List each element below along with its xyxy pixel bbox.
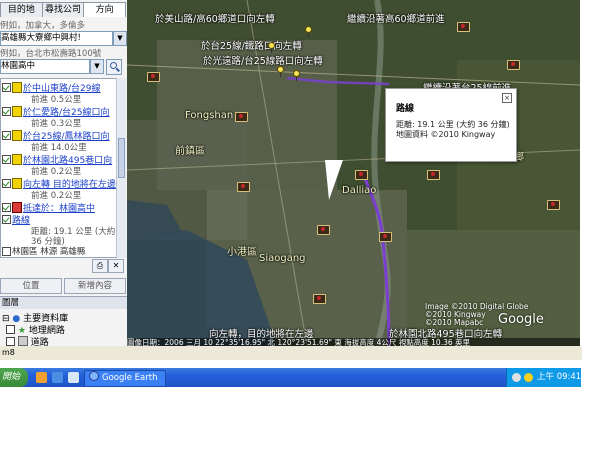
- to-hint: 例如，台北市松壽路100號: [0, 49, 102, 59]
- print-icon[interactable]: ⎙: [92, 259, 108, 273]
- app-status-bar: m8: [0, 346, 582, 360]
- checkbox[interactable]: [6, 325, 15, 334]
- search-icon[interactable]: [106, 59, 122, 75]
- photo-icon[interactable]: [547, 200, 560, 210]
- to-dropdown-icon[interactable]: ▼: [90, 59, 104, 74]
- media-icon[interactable]: [68, 372, 79, 383]
- photo-icon[interactable]: [457, 22, 470, 32]
- tab-fly-to[interactable]: 目的地: [0, 2, 43, 17]
- route-steps-list[interactable]: 於中山東路/台29線 前進 0.5公里 於仁愛路/台25線口向 前進 0.3公里…: [0, 78, 118, 258]
- clock[interactable]: 上午 09:41: [537, 368, 581, 387]
- start-button[interactable]: 開始: [0, 368, 28, 387]
- turn-icon: [12, 178, 22, 189]
- route-pin-icon[interactable]: [277, 66, 284, 77]
- checkbox[interactable]: [2, 131, 11, 140]
- road-icon: [17, 336, 28, 346]
- step-distance: 前進 14.0公里: [31, 143, 87, 153]
- photo-icon[interactable]: [147, 72, 160, 82]
- from-dropdown-icon[interactable]: ▼: [113, 31, 127, 46]
- photo-icon[interactable]: [235, 112, 248, 122]
- volume-icon[interactable]: [524, 373, 533, 382]
- route-pin-icon[interactable]: [268, 42, 275, 53]
- photo-icon[interactable]: [237, 182, 250, 192]
- balloon-title: 路線: [396, 104, 415, 114]
- photo-icon[interactable]: [313, 294, 326, 304]
- map-label: 繼續沿著高60鄉道前進: [347, 14, 445, 25]
- photo-icon[interactable]: [427, 170, 440, 180]
- route-info-balloon: 路線 距離: 19.1 公里 (大約 36 分鐘) 地圖資料 ©2010 Kin…: [385, 88, 517, 162]
- checkbox[interactable]: [2, 107, 11, 116]
- photo-icon[interactable]: [507, 60, 520, 70]
- step-distance: 前進 0.5公里: [31, 95, 82, 105]
- scrollbar-thumb[interactable]: [118, 138, 125, 178]
- tab-find-business[interactable]: 尋找公司: [41, 2, 85, 17]
- taskbar: 開始 Google Earth 上午 09:41: [0, 368, 581, 387]
- turn-icon: [12, 106, 22, 117]
- add-content-button[interactable]: 新增內容: [64, 278, 126, 294]
- to-input[interactable]: 林園高中: [0, 59, 90, 74]
- checkbox[interactable]: [2, 247, 11, 256]
- from-input[interactable]: 高雄縣大寮鄉中興村!: [0, 31, 113, 46]
- town-label: Dalliao: [342, 185, 377, 196]
- list-scrollbar[interactable]: [116, 78, 126, 258]
- left-panel: 目的地 尋找公司 方向 例如，加拿大，多倫多 高雄縣大寮鄉中興村! ▼ 例如，台…: [0, 0, 128, 360]
- system-tray: 上午 09:41: [506, 368, 581, 387]
- checkbox[interactable]: [2, 203, 11, 212]
- balloon-data-credit: 地圖資料 ©2010 Kingway: [396, 130, 496, 139]
- position-button[interactable]: 位置: [0, 278, 62, 294]
- route-pin-icon[interactable]: [293, 70, 300, 81]
- checkbox[interactable]: [2, 179, 11, 188]
- step-link[interactable]: 抵達於：林園高中: [23, 201, 95, 214]
- photo-icon[interactable]: [379, 232, 392, 242]
- panel-tabs: 目的地 尋找公司 方向: [0, 2, 127, 17]
- step-distance: 前進 0.3公里: [31, 119, 82, 129]
- checkbox[interactable]: [6, 337, 15, 346]
- balloon-tail: [325, 160, 343, 200]
- google-earth-icon: [89, 371, 99, 381]
- turn-icon: [12, 130, 22, 141]
- photo-icon[interactable]: [317, 225, 330, 235]
- truncated-row-text: 林園區 林源 高雄縣: [12, 247, 86, 257]
- turn-icon: [12, 82, 22, 93]
- destination-flag-icon: [12, 202, 22, 213]
- google-logo: Google: [498, 312, 544, 327]
- checkbox[interactable]: [2, 215, 11, 224]
- turn-icon: [12, 154, 22, 165]
- route-pin-icon[interactable]: [305, 26, 312, 37]
- map-imagery: [127, 0, 580, 346]
- browser-icon[interactable]: [36, 372, 47, 383]
- layers-header[interactable]: 圖層: [0, 296, 127, 309]
- town-label: Fongshan: [185, 110, 234, 121]
- route-link[interactable]: 路線: [12, 213, 30, 226]
- step-distance: 前進 0.2公里: [31, 191, 82, 201]
- map-label: 於美山路/高60鄉道口向左轉: [155, 14, 275, 25]
- town-label: 小港區: [227, 247, 257, 258]
- tab-directions[interactable]: 方向: [83, 2, 127, 17]
- map-label: 於光遠路/台25線路口向左轉: [203, 56, 323, 67]
- taskbar-google-earth[interactable]: Google Earth: [84, 370, 166, 387]
- checkbox[interactable]: [2, 83, 11, 92]
- town-label: Siaogang: [259, 253, 306, 264]
- window-edge: [580, 0, 600, 346]
- checkbox[interactable]: [2, 155, 11, 164]
- task-label: Google Earth: [102, 373, 158, 383]
- desktop-icon[interactable]: [52, 372, 63, 383]
- town-label: 前鎮區: [175, 146, 205, 157]
- close-icon[interactable]: ×: [502, 93, 512, 103]
- close-icon[interactable]: ✕: [108, 259, 124, 273]
- satellite-map[interactable]: 於美山路/高60鄉道口向左轉 繼續沿著高60鄉道前進 於台25線/鐵路口向左轉 …: [127, 0, 580, 346]
- from-hint: 例如，加拿大，多倫多: [0, 21, 86, 31]
- map-label: 於台25線/鐵路口向左轉: [201, 41, 302, 52]
- step-distance: 前進 0.2公里: [31, 167, 82, 177]
- network-icon[interactable]: [512, 373, 521, 382]
- photo-icon[interactable]: [355, 170, 368, 180]
